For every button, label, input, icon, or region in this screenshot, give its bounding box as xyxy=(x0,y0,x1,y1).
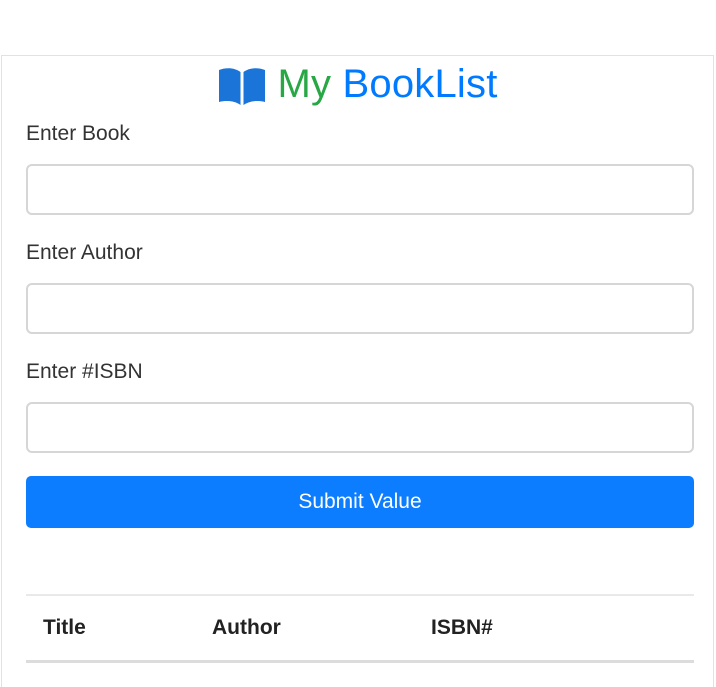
author-label: Enter Author xyxy=(26,241,143,264)
page-title: My BookList xyxy=(277,59,497,109)
booklist-container: My BookList Enter Book Enter Author Ente… xyxy=(1,55,714,687)
title-word-my: My xyxy=(277,62,332,106)
column-header-author: Author xyxy=(212,616,281,639)
table-header-divider xyxy=(26,660,694,663)
page-header: My BookList xyxy=(2,59,713,109)
isbn-label: Enter #ISBN xyxy=(26,360,143,383)
submit-button[interactable]: Submit Value xyxy=(26,476,694,528)
author-input[interactable] xyxy=(26,283,694,334)
table-header-row: Title Author ISBN# xyxy=(26,596,694,660)
title-word-booklist: BookList xyxy=(342,62,498,106)
book-open-icon xyxy=(219,68,266,105)
book-label: Enter Book xyxy=(26,122,130,145)
book-input[interactable] xyxy=(26,164,694,215)
column-header-title: Title xyxy=(43,616,86,639)
column-header-isbn: ISBN# xyxy=(431,616,493,639)
book-table: Title Author ISBN# xyxy=(26,594,694,663)
isbn-input[interactable] xyxy=(26,402,694,453)
app-title: My BookList xyxy=(217,59,497,109)
